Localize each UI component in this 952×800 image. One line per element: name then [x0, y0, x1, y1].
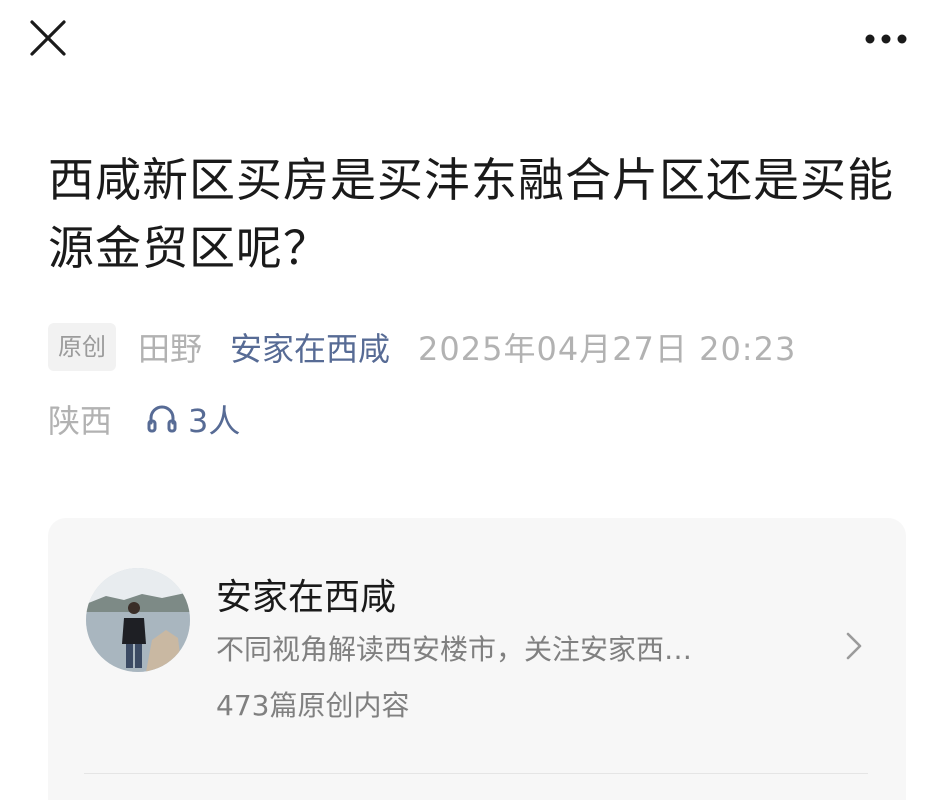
location-text: 陕西 [48, 402, 113, 440]
publish-datetime: 2025年04月27日 20:23 [418, 330, 797, 368]
close-button[interactable] [28, 18, 70, 60]
more-button[interactable] [858, 22, 918, 56]
profile-description: 不同视角解读西安楼市，关注安家西… [216, 633, 693, 666]
article-meta-secondary: 陕西 3人 [48, 394, 240, 444]
profile-name: 安家在西咸 [216, 577, 397, 618]
account-avatar [86, 568, 190, 672]
article-page: 西咸新区买房是买沣东融合片区还是买能源金贸区呢？ 原创 田野 安家在西咸 202… [0, 0, 952, 800]
author-name: 田野 [138, 330, 203, 368]
original-tag: 原创 [48, 323, 116, 371]
listen-button[interactable]: 3人 [144, 396, 240, 442]
close-icon [30, 20, 66, 56]
article-title: 西咸新区买房是买沣东融合片区还是买能源金贸区呢？ [48, 153, 894, 275]
card-divider [84, 773, 868, 774]
headphones-icon [147, 405, 177, 433]
more-horizontal-icon [865, 34, 907, 44]
top-bar [0, 0, 952, 80]
article-meta: 原创 田野 安家在西咸 2025年04月27日 20:23 [48, 322, 796, 372]
listen-count: 3人 [188, 402, 241, 440]
account-name-link[interactable]: 安家在西咸 [230, 324, 390, 370]
account-profile-card[interactable]: 安家在西咸 不同视角解读西安楼市，关注安家西… 473篇原创内容 [48, 518, 906, 800]
original-content-count: 473篇原创内容 [216, 689, 410, 722]
chevron-right-icon [846, 632, 862, 660]
